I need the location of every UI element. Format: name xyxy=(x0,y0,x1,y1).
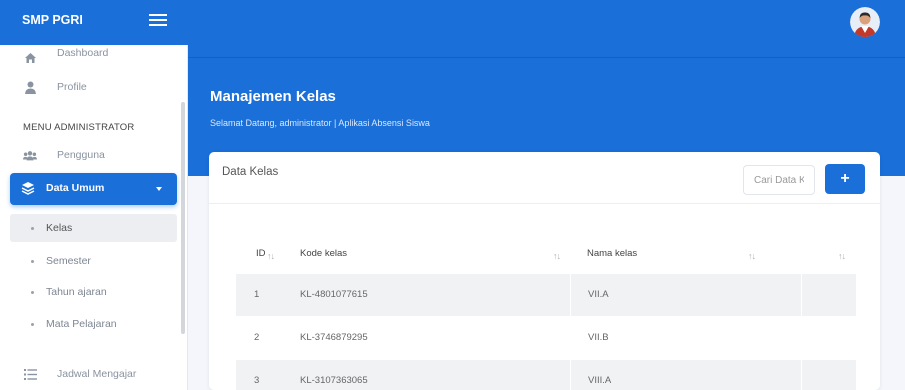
data-kelas-card: Data Kelas + ID ↑↓ Kode kelas ↑↓ Nama ke… xyxy=(209,152,880,390)
menu-toggle-icon[interactable] xyxy=(148,11,168,31)
cell-nama-kelas: VIII.A xyxy=(588,375,612,386)
sort-icon: ↑↓ xyxy=(838,251,846,261)
sidebar-subitem-semester[interactable]: Semester xyxy=(10,247,177,275)
sidebar-item-pengguna[interactable]: Pengguna xyxy=(0,142,180,168)
sidebar-item-label: Pengguna xyxy=(57,149,105,161)
cell-id: 2 xyxy=(254,332,260,343)
layers-icon xyxy=(21,181,35,195)
sidebar-item-label: Data Umum xyxy=(46,182,105,194)
cell-kode-kelas: KL-4801077615 xyxy=(300,289,368,300)
sidebar-subitem-kelas[interactable]: Kelas xyxy=(10,214,177,242)
column-header-kode-kelas[interactable]: Kode kelas ↑↓ xyxy=(300,230,570,274)
sidebar-item-dashboard[interactable]: Dashboard xyxy=(0,45,180,71)
card-header: Data Kelas + xyxy=(209,152,880,204)
cell-nama-kelas: VII.B xyxy=(588,332,609,343)
column-header-id[interactable]: ID ↑↓ xyxy=(256,230,296,274)
sidebar: Dashboard Profile MENU ADMINISTRATOR Pen… xyxy=(0,45,188,390)
sidebar-section-heading: MENU ADMINISTRATOR xyxy=(23,122,135,133)
sidebar-item-jadwal-mengajar[interactable]: Jadwal Mengajar xyxy=(0,361,180,387)
table-row[interactable]: 1 KL-4801077615 VII.A xyxy=(236,274,856,316)
sidebar-subitem-mata-pelajaran[interactable]: Mata Pelajaran xyxy=(10,310,177,338)
sidebar-subitem-label: Mata Pelajaran xyxy=(46,318,117,330)
table-row[interactable]: 3 KL-3107363065 VIII.A xyxy=(236,360,856,390)
sidebar-subitem-tahun-ajaran[interactable]: Tahun ajaran xyxy=(10,278,177,306)
cell-nama-kelas: VII.A xyxy=(588,289,609,300)
sidebar-subitem-label: Kelas xyxy=(46,222,73,234)
sidebar-item-label: Profile xyxy=(57,81,87,93)
sidebar-item-data-umum[interactable]: Data Umum xyxy=(10,173,177,205)
search-input[interactable] xyxy=(743,165,815,195)
page-subtitle: Selamat Datang, administrator | Aplikasi… xyxy=(210,118,430,128)
cell-kode-kelas: KL-3746879295 xyxy=(300,332,368,343)
avatar[interactable] xyxy=(850,7,880,37)
sidebar-subitem-label: Semester xyxy=(46,255,91,267)
bullet-icon xyxy=(31,260,34,263)
users-icon xyxy=(23,148,37,162)
sidebar-item-profile[interactable]: Profile xyxy=(0,74,180,100)
sidebar-item-label: Jadwal Mengajar xyxy=(57,368,137,380)
bullet-icon xyxy=(31,227,34,230)
column-header-label: Kode kelas xyxy=(300,248,348,259)
card-title: Data Kelas xyxy=(222,166,279,178)
column-header-label: ID xyxy=(256,248,266,259)
page-title: Manajemen Kelas xyxy=(210,88,336,105)
sort-icon: ↑↓ xyxy=(267,251,275,261)
cell-id: 3 xyxy=(254,375,260,386)
column-header-nama-kelas[interactable]: Nama kelas ↑↓ xyxy=(587,230,767,274)
home-icon xyxy=(23,51,37,65)
sidebar-scrollbar[interactable] xyxy=(181,102,185,334)
list-icon xyxy=(23,367,37,381)
bullet-icon xyxy=(31,291,34,294)
sidebar-item-label: Dashboard xyxy=(57,47,109,59)
sort-icon: ↑↓ xyxy=(553,251,561,261)
brand-logo-text[interactable]: SMP PGRI xyxy=(22,13,83,27)
bullet-icon xyxy=(31,323,34,326)
cell-kode-kelas: KL-3107363065 xyxy=(300,375,368,386)
sidebar-subitem-label: Tahun ajaran xyxy=(46,286,107,298)
user-icon xyxy=(23,80,37,94)
table-row[interactable]: 2 KL-3746879295 VII.B xyxy=(236,317,856,359)
cell-id: 1 xyxy=(254,289,260,300)
column-header-actions[interactable]: ↑↓ xyxy=(811,230,851,274)
sort-icon: ↑↓ xyxy=(748,251,756,261)
add-kelas-button[interactable]: + xyxy=(825,164,865,194)
column-header-label: Nama kelas xyxy=(587,248,638,259)
chevron-down-icon xyxy=(156,187,162,191)
